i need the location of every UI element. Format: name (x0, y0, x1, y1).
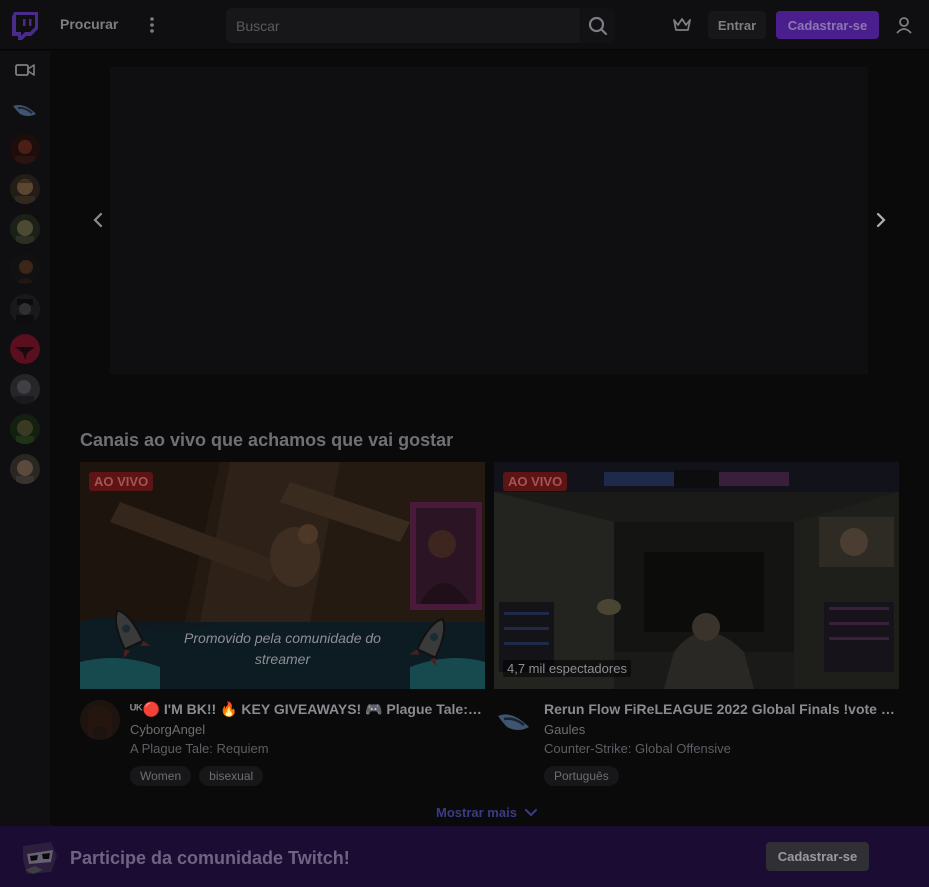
viewer-count: 4,7 mil espectadores (503, 660, 631, 677)
tag-list: Português (544, 766, 899, 786)
sidebar-item-gaules[interactable] (10, 94, 40, 124)
sidebar-item-channel[interactable] (10, 294, 40, 324)
show-more-button[interactable]: Mostrar mais (436, 805, 537, 820)
banner-signup-button[interactable]: Cadastrar-se (766, 842, 869, 871)
chevron-right-icon (876, 213, 886, 227)
avatar[interactable] (494, 700, 534, 740)
avatar[interactable] (80, 700, 120, 740)
signup-button[interactable]: Cadastrar-se (776, 11, 879, 39)
stream-card: AO VIVO Promovido pela comunidade do str… (80, 462, 485, 786)
login-button[interactable]: Entrar (708, 11, 766, 39)
show-more-label: Mostrar mais (436, 805, 517, 820)
sidebar-item-channel[interactable] (10, 454, 40, 484)
featured-carousel[interactable] (110, 67, 868, 374)
channel-name[interactable]: CyborgAngel (130, 721, 485, 739)
sidebar-item-channel[interactable] (10, 374, 40, 404)
stream-title[interactable]: Rerun Flow FiReLEAGUE 2022 Global Finals… (544, 700, 899, 718)
category-link[interactable]: A Plague Tale: Requiem (130, 740, 485, 758)
stream-thumbnail[interactable]: AO VIVO 4,7 mil espectadores (494, 462, 899, 689)
user-menu-icon[interactable] (892, 13, 916, 37)
tag[interactable]: Português (544, 766, 619, 786)
sidebar-item-channel[interactable] (10, 134, 40, 164)
twitch-logo-icon[interactable] (11, 11, 39, 41)
promoted-label: Promovido pela comunidade do streamer (184, 630, 381, 667)
banner-text: Participe da comunidade Twitch! (70, 848, 350, 868)
stream-meta: ᵁᴷ🔴 I'M BK!! 🔥 KEY GIVEAWAYS! 🎮 Plague T… (130, 700, 485, 786)
stream-meta: Rerun Flow FiReLEAGUE 2022 Global Finals… (544, 700, 899, 786)
top-navigation-bar: Procurar Entrar Cadastrar-se (0, 0, 929, 50)
search-icon (588, 16, 608, 35)
stream-thumbnail[interactable]: AO VIVO Promovido pela comunidade do str… (80, 462, 485, 689)
glitch-mascot-icon (21, 840, 59, 876)
sidebar-item-channel[interactable] (10, 174, 40, 204)
chevron-down-icon (524, 808, 537, 816)
section-title: Canais ao vivo que achamos que vai gosta… (80, 430, 454, 450)
category-link[interactable]: Counter-Strike: Global Offensive (544, 740, 899, 758)
tag[interactable]: bisexual (199, 766, 264, 786)
sidebar-item-channel[interactable] (10, 334, 40, 364)
sidebar-item-channel[interactable] (10, 214, 40, 244)
stream-card: AO VIVO 4,7 mil espectadores Rerun Flow … (494, 462, 899, 786)
sidebar-item-channel[interactable] (10, 254, 40, 284)
tag[interactable]: Women (130, 766, 192, 786)
live-badge: AO VIVO (503, 472, 568, 491)
browse-link[interactable]: Procurar (60, 16, 118, 32)
search-input[interactable] (226, 8, 580, 43)
prime-crown-icon[interactable] (668, 11, 696, 39)
channel-name[interactable]: Gaules (544, 721, 899, 739)
sidebar-item-channel[interactable] (10, 414, 40, 444)
sidebar (0, 51, 50, 827)
tag-list: Women bisexual (130, 766, 485, 786)
search-button[interactable] (581, 8, 615, 43)
video-camera-icon[interactable] (15, 62, 35, 78)
signup-banner: Participe da comunidade Twitch! Cadastra… (0, 826, 929, 887)
live-badge: AO VIVO (89, 472, 154, 491)
more-options-icon[interactable] (140, 12, 164, 38)
stream-title[interactable]: ᵁᴷ🔴 I'M BK!! 🔥 KEY GIVEAWAYS! 🎮 Plague T… (130, 700, 485, 718)
carousel-next-button[interactable] (866, 205, 896, 235)
chevron-left-icon (93, 213, 103, 227)
carousel-prev-button[interactable] (83, 205, 113, 235)
